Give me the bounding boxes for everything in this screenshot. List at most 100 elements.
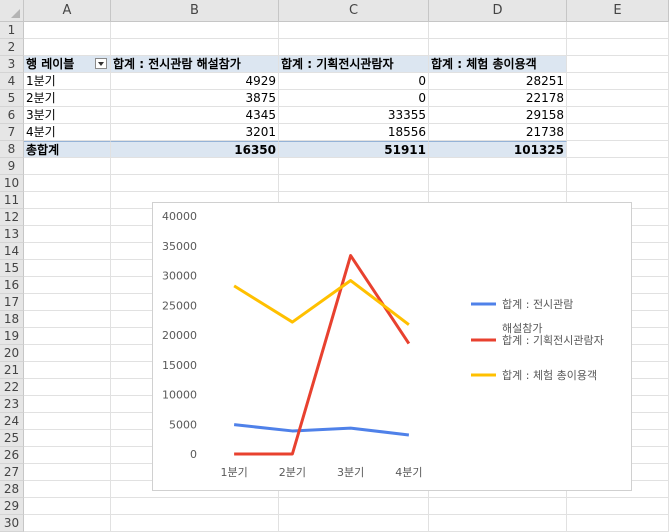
row-header-3[interactable]: 3 [0,56,24,73]
cell-c9[interactable] [279,158,429,175]
cell-e3[interactable] [567,56,669,73]
cell-b3[interactable]: 합계 : 전시관람 해설참가 [111,56,279,73]
cell-e1[interactable] [567,22,669,39]
row-header-2[interactable]: 2 [0,39,24,56]
cell-b30[interactable] [111,515,279,532]
cell-b6[interactable]: 4345 [111,107,279,124]
row-header-26[interactable]: 26 [0,447,24,464]
row-header-20[interactable]: 20 [0,345,24,362]
cell-a22[interactable] [24,379,111,396]
cell-d1[interactable] [429,22,567,39]
cell-c8[interactable]: 51911 [279,141,429,158]
cell-e8[interactable] [567,141,669,158]
row-header-27[interactable]: 27 [0,464,24,481]
cell-a30[interactable] [24,515,111,532]
row-header-13[interactable]: 13 [0,226,24,243]
row-header-10[interactable]: 10 [0,175,24,192]
cell-a29[interactable] [24,498,111,515]
cell-a13[interactable] [24,226,111,243]
row-header-19[interactable]: 19 [0,328,24,345]
row-header-28[interactable]: 28 [0,481,24,498]
row-header-1[interactable]: 1 [0,22,24,39]
cell-b8[interactable]: 16350 [111,141,279,158]
cell-a17[interactable] [24,294,111,311]
cell-a24[interactable] [24,413,111,430]
cell-d30[interactable] [429,515,567,532]
cell-a18[interactable] [24,311,111,328]
cell-b29[interactable] [111,498,279,515]
cell-a8[interactable]: 총합계 [24,141,111,158]
select-all-corner[interactable] [0,0,24,22]
cell-a12[interactable] [24,209,111,226]
cell-c3[interactable]: 합계 : 기획전시관람자 [279,56,429,73]
column-header-e[interactable]: E [567,0,669,22]
cell-b7[interactable]: 3201 [111,124,279,141]
row-header-4[interactable]: 4 [0,73,24,90]
cell-a20[interactable] [24,345,111,362]
cell-a27[interactable] [24,464,111,481]
cell-a14[interactable] [24,243,111,260]
row-header-23[interactable]: 23 [0,396,24,413]
row-header-9[interactable]: 9 [0,158,24,175]
cell-a5[interactable]: 2분기 [24,90,111,107]
cell-c7[interactable]: 18556 [279,124,429,141]
cell-a28[interactable] [24,481,111,498]
cell-b5[interactable]: 3875 [111,90,279,107]
cell-a23[interactable] [24,396,111,413]
cell-a3[interactable]: 행 레이블 [24,56,111,73]
cell-e7[interactable] [567,124,669,141]
cell-a7[interactable]: 4분기 [24,124,111,141]
row-header-5[interactable]: 5 [0,90,24,107]
cell-d4[interactable]: 28251 [429,73,567,90]
cell-a16[interactable] [24,277,111,294]
cell-d7[interactable]: 21738 [429,124,567,141]
cell-a25[interactable] [24,430,111,447]
row-header-6[interactable]: 6 [0,107,24,124]
line-chart[interactable]: 0 5000 10000 15000 20000 25000 30000 35000 40000… [152,202,632,491]
cell-e5[interactable] [567,90,669,107]
row-header-8[interactable]: 8 [0,141,24,158]
cell-e10[interactable] [567,175,669,192]
row-header-22[interactable]: 22 [0,379,24,396]
cell-e9[interactable] [567,158,669,175]
cell-c4[interactable]: 0 [279,73,429,90]
cell-b9[interactable] [111,158,279,175]
cell-c30[interactable] [279,515,429,532]
cell-a10[interactable] [24,175,111,192]
cell-d3[interactable]: 합계 : 체험 총이용객 [429,56,567,73]
row-header-14[interactable]: 14 [0,243,24,260]
cell-b10[interactable] [111,175,279,192]
cell-b4[interactable]: 4929 [111,73,279,90]
cell-d2[interactable] [429,39,567,56]
row-label-filter-dropdown-icon[interactable] [95,58,107,69]
row-header-15[interactable]: 15 [0,260,24,277]
row-header-30[interactable]: 30 [0,515,24,532]
cell-d6[interactable]: 29158 [429,107,567,124]
row-header-18[interactable]: 18 [0,311,24,328]
column-header-a[interactable]: A [24,0,111,22]
cell-c6[interactable]: 33355 [279,107,429,124]
row-header-17[interactable]: 17 [0,294,24,311]
cell-a1[interactable] [24,22,111,39]
cell-e30[interactable] [567,515,669,532]
row-header-29[interactable]: 29 [0,498,24,515]
cell-e29[interactable] [567,498,669,515]
cell-d9[interactable] [429,158,567,175]
column-header-b[interactable]: B [111,0,279,22]
cell-a6[interactable]: 3분기 [24,107,111,124]
cell-c2[interactable] [279,39,429,56]
cell-b2[interactable] [111,39,279,56]
cell-a15[interactable] [24,260,111,277]
cell-d5[interactable]: 22178 [429,90,567,107]
cell-a11[interactable] [24,192,111,209]
cell-b1[interactable] [111,22,279,39]
cell-a9[interactable] [24,158,111,175]
cell-a4[interactable]: 1분기 [24,73,111,90]
cell-a19[interactable] [24,328,111,345]
cell-c5[interactable]: 0 [279,90,429,107]
row-header-11[interactable]: 11 [0,192,24,209]
cell-a26[interactable] [24,447,111,464]
row-header-12[interactable]: 12 [0,209,24,226]
row-header-21[interactable]: 21 [0,362,24,379]
column-header-c[interactable]: C [279,0,429,22]
